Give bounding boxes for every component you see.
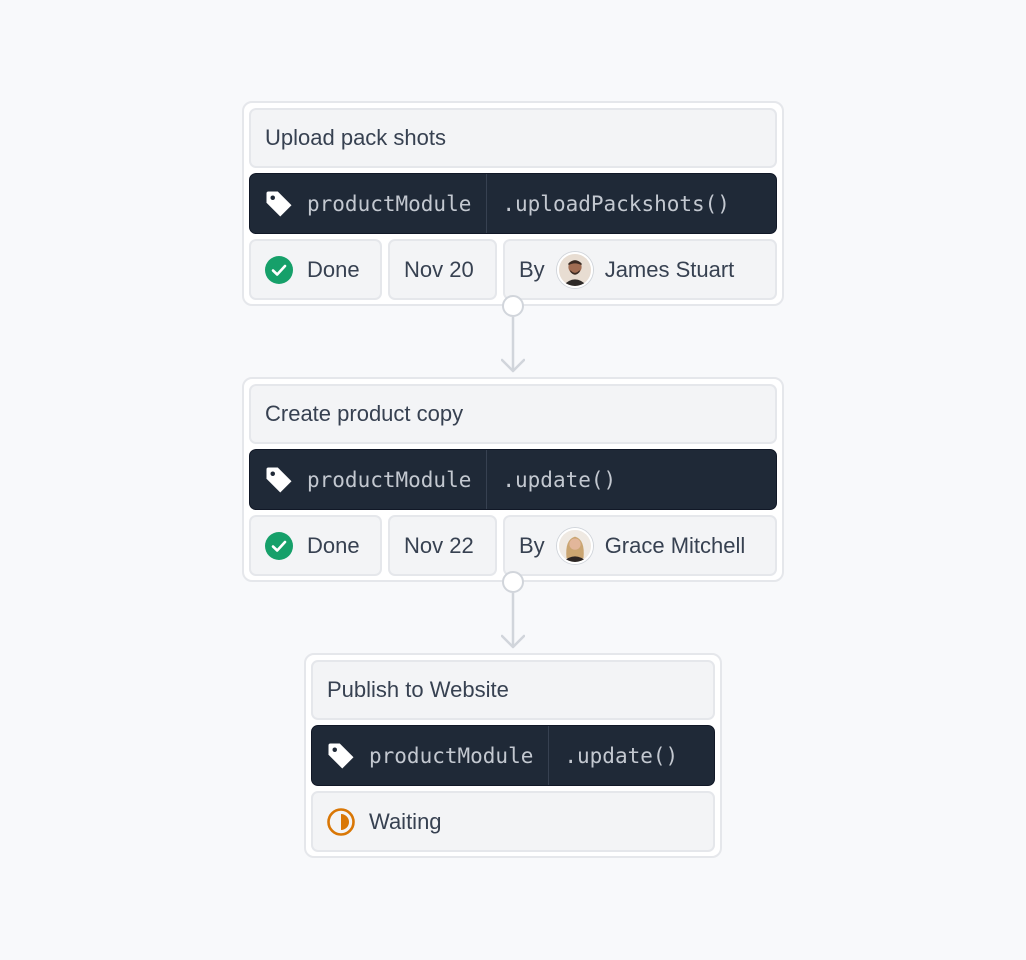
module-name: productModule (307, 191, 472, 216)
arrow-down-icon (501, 593, 525, 649)
by-label: By (519, 532, 545, 558)
date-badge: Nov 22 (388, 515, 497, 576)
module-name: productModule (369, 743, 534, 768)
date-text: Nov 22 (404, 532, 474, 558)
assignee-name: James Stuart (604, 256, 735, 282)
by-label: By (519, 256, 545, 282)
flow-connector (501, 295, 525, 377)
assignee-badge[interactable]: By Grace Mitchell (503, 515, 777, 576)
step-title-box: Upload pack shots (249, 108, 777, 168)
step-title: Create product copy (265, 401, 464, 426)
status-badge: Done (249, 515, 382, 576)
date-text: Nov 20 (404, 256, 474, 282)
check-circle-icon (265, 531, 293, 560)
tag-icon (264, 465, 294, 495)
assignee-badge[interactable]: By James Stuart (503, 239, 777, 300)
method-segment: .uploadPackshots() (487, 174, 745, 233)
check-circle-icon (265, 255, 293, 284)
status-badge: Done (249, 239, 382, 300)
meta-row: Waiting (311, 791, 715, 852)
step-card-upload-pack-shots: Upload pack shots productModule .uploadP… (242, 101, 784, 306)
module-name: productModule (307, 467, 472, 492)
method-name: .uploadPackshots() (502, 191, 730, 216)
flow-connector (501, 571, 525, 653)
module-segment: productModule (250, 450, 488, 509)
status-badge: Waiting (311, 791, 715, 852)
tag-icon (264, 189, 294, 219)
meta-row: Done Nov 20 By James Stuart (249, 239, 777, 300)
step-title-box: Publish to Website (311, 660, 715, 720)
step-card-create-product-copy: Create product copy productModule .updat… (242, 377, 784, 582)
arrow-down-icon (501, 317, 525, 373)
method-name: .update() (502, 467, 617, 492)
meta-row: Done Nov 22 By Grace Mitchell (249, 515, 777, 576)
half-circle-icon (327, 807, 355, 836)
code-call: productModule .uploadPackshots() (249, 173, 777, 234)
step-title: Upload pack shots (265, 125, 446, 150)
module-segment: productModule (250, 174, 488, 233)
date-badge: Nov 20 (388, 239, 497, 300)
connector-dot (502, 295, 524, 317)
module-segment: productModule (312, 726, 550, 785)
tag-icon (326, 741, 356, 771)
connector-dot (502, 571, 524, 593)
code-call: productModule .update() (249, 449, 777, 510)
assignee-name: Grace Mitchell (604, 532, 746, 558)
step-title: Publish to Website (327, 677, 509, 702)
avatar (556, 527, 593, 564)
avatar (556, 251, 593, 288)
method-name: .update() (564, 743, 679, 768)
status-text: Waiting (369, 808, 442, 834)
code-call: productModule .update() (311, 725, 715, 786)
method-segment: .update() (549, 726, 693, 785)
step-title-box: Create product copy (249, 384, 777, 444)
method-segment: .update() (487, 450, 631, 509)
status-text: Done (307, 532, 360, 558)
step-card-publish-to-website: Publish to Website productModule .update… (304, 653, 722, 858)
status-text: Done (307, 256, 360, 282)
